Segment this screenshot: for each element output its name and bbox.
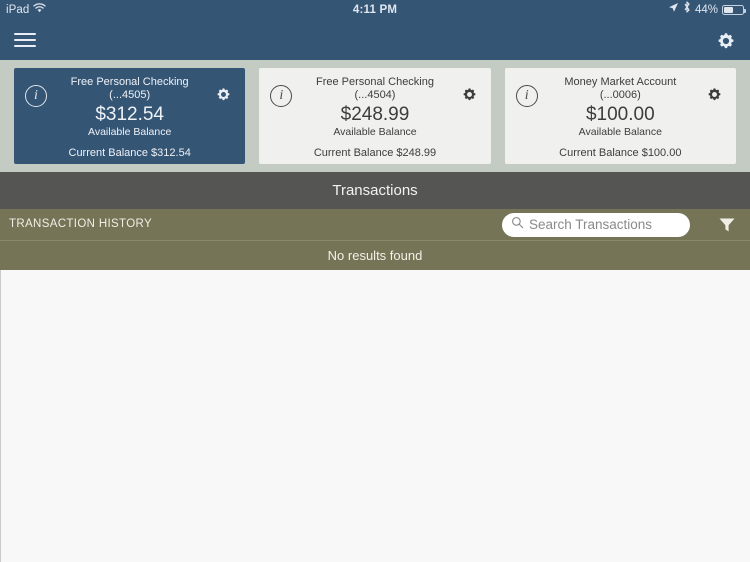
- account-available-label: Available Balance: [578, 126, 662, 138]
- gear-icon[interactable]: [460, 85, 479, 104]
- account-name: Free Personal Checking: [70, 76, 189, 88]
- info-circle-icon[interactable]: i: [270, 85, 293, 107]
- ios-status-bar: iPad 4:11 PM 44%: [0, 0, 750, 20]
- status-bar-right: 44%: [668, 0, 746, 20]
- account-mask: (...4505): [109, 89, 151, 101]
- search-input[interactable]: Search Transactions: [502, 213, 690, 237]
- account-name: Free Personal Checking: [315, 76, 434, 88]
- account-name: Money Market Account: [564, 76, 677, 88]
- gear-icon[interactable]: [705, 85, 724, 104]
- info-circle-icon[interactable]: i: [25, 85, 47, 107]
- account-mask: (...0006): [599, 89, 641, 101]
- account-available-amount: $248.99: [340, 104, 410, 125]
- app-root: iPad 4:11 PM 44% i Free Personal Checkin…: [0, 0, 750, 562]
- transaction-history-label: TRANSACTION HISTORY: [9, 218, 152, 230]
- account-mask: (...4504): [354, 89, 396, 101]
- account-current-balance: Current Balance $248.99: [313, 147, 437, 159]
- location-arrow-icon: [668, 0, 679, 20]
- battery-icon: [722, 5, 746, 15]
- status-bar-clock: 4:11 PM: [352, 4, 398, 16]
- bluetooth-icon: [683, 0, 691, 20]
- account-card-top: i Money Market Account (...0006) $100.00…: [513, 75, 728, 139]
- account-card[interactable]: i Free Personal Checking (...4505) $312.…: [14, 68, 246, 164]
- account-card[interactable]: i Money Market Account (...0006) $100.00…: [504, 68, 736, 164]
- account-card[interactable]: i Free Personal Checking (...4504) $248.…: [259, 68, 491, 164]
- app-navigation-bar: [0, 20, 750, 60]
- account-current-balance: Current Balance $100.00: [559, 147, 682, 159]
- account-available-label: Available Balance: [333, 126, 417, 138]
- gear-icon[interactable]: [214, 85, 233, 104]
- transactions-list-area: [0, 270, 750, 562]
- account-available-label: Available Balance: [88, 126, 172, 138]
- section-title-transactions: Transactions: [0, 172, 750, 209]
- info-circle-icon[interactable]: i: [515, 85, 538, 107]
- battery-percent-label: 44%: [694, 4, 718, 16]
- account-card-top: i Free Personal Checking (...4504) $248.…: [267, 75, 482, 139]
- account-card-top: i Free Personal Checking (...4505) $312.…: [22, 75, 237, 139]
- account-available-amount: $312.54: [95, 104, 164, 125]
- account-available-amount: $100.00: [585, 104, 655, 125]
- accounts-strip: i Free Personal Checking (...4505) $312.…: [0, 60, 750, 172]
- transaction-history-bar: TRANSACTION HISTORY Search Transactions: [0, 209, 750, 241]
- search-placeholder-text: Search Transactions: [529, 217, 653, 232]
- gear-icon[interactable]: [714, 29, 738, 53]
- filter-funnel-icon[interactable]: [718, 216, 736, 234]
- no-results-message: No results found: [0, 241, 750, 270]
- search-icon: [511, 216, 524, 234]
- account-current-balance: Current Balance $312.54: [68, 147, 191, 159]
- hamburger-menu-icon[interactable]: [14, 31, 38, 49]
